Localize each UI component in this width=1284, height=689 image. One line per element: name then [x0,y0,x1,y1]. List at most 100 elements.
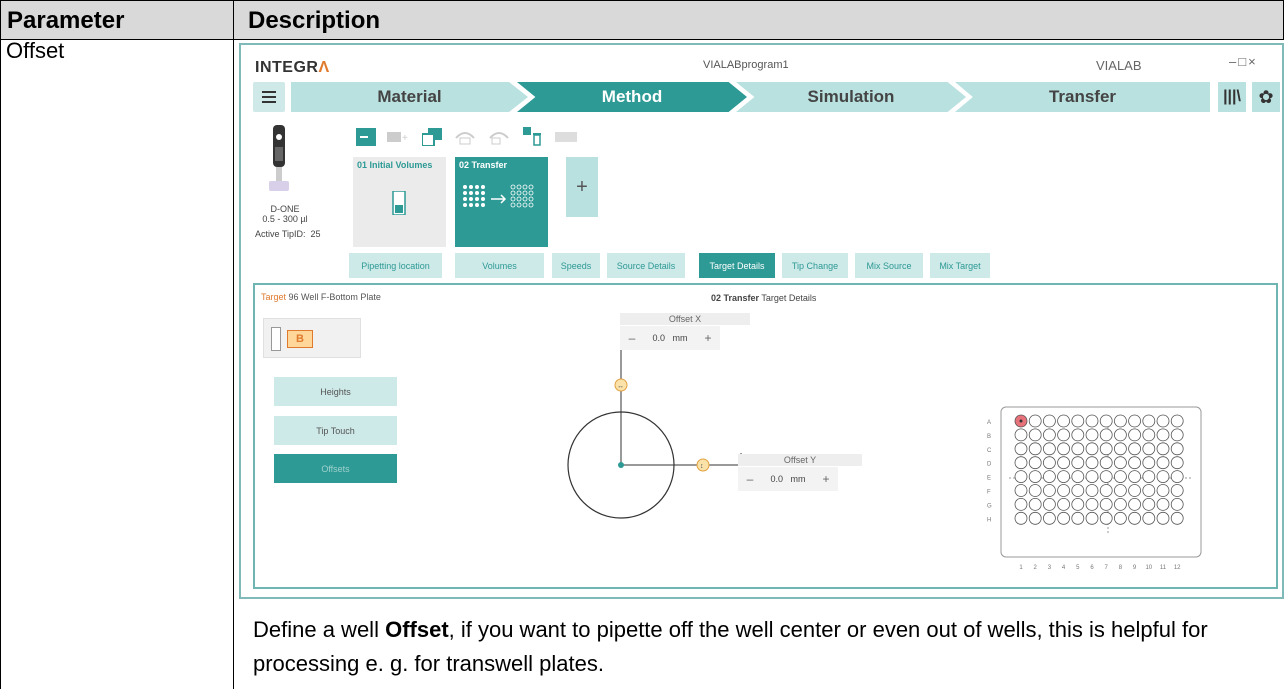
well-C4[interactable] [1057,442,1070,456]
well-H3[interactable] [1043,511,1056,525]
well-F9[interactable] [1128,484,1142,497]
well-F10[interactable] [1142,484,1156,497]
well-E10[interactable] [1142,470,1156,483]
program-card-initial-volumes[interactable]: 01 Initial Volumes [353,157,446,247]
step-simulation[interactable]: Simulation [736,82,966,112]
tool-delete-icon[interactable] [522,127,544,147]
well-G11[interactable] [1156,498,1170,511]
well-C3[interactable] [1043,442,1056,456]
well-F3[interactable] [1043,484,1056,497]
well-B3[interactable] [1043,428,1056,442]
well-F11[interactable] [1156,484,1170,497]
tip-touch-button[interactable]: Tip Touch [274,416,397,445]
well-D1[interactable] [1014,456,1028,470]
well-A4[interactable] [1057,414,1070,428]
well-B5[interactable] [1071,428,1085,442]
well-G3[interactable] [1043,498,1056,511]
well-E4[interactable] [1057,470,1070,483]
tab-speeds[interactable]: Speeds [552,253,600,278]
well-F4[interactable] [1057,484,1070,497]
well-A10[interactable] [1142,414,1156,428]
well-C12[interactable] [1170,442,1184,456]
well-E7[interactable] [1099,470,1113,483]
well-D10[interactable] [1142,456,1156,470]
well-F1[interactable] [1014,484,1028,497]
well-C7[interactable] [1099,442,1113,456]
offset-y-plus[interactable]: + [814,472,838,486]
well-D4[interactable] [1057,456,1070,470]
tool-link-icon[interactable] [454,127,476,147]
deck-slot-b[interactable]: B [287,330,313,348]
well-B1[interactable] [1014,428,1028,442]
well-D11[interactable] [1156,456,1170,470]
well-H7[interactable] [1099,511,1113,525]
step-method[interactable]: Method [517,82,747,112]
well-E11[interactable] [1156,470,1170,483]
tab-mix-source[interactable]: Mix Source [855,253,923,278]
step-transfer[interactable]: Transfer [955,82,1210,112]
well-B12[interactable] [1170,428,1184,442]
well-G10[interactable] [1142,498,1156,511]
well-B11[interactable] [1156,428,1170,442]
well-C2[interactable] [1028,442,1042,456]
tool-copy-icon[interactable] [421,127,443,147]
gear-icon[interactable]: ✿ [1252,82,1280,112]
well-D12[interactable] [1170,456,1184,470]
well-C11[interactable] [1156,442,1170,456]
tab-mix-target[interactable]: Mix Target [930,253,990,278]
well-C1[interactable] [1014,442,1028,456]
well-B4[interactable] [1057,428,1070,442]
offset-y-minus[interactable]: – [738,472,762,486]
well-G1[interactable] [1014,498,1028,511]
well-G12[interactable] [1170,498,1184,511]
well-H9[interactable] [1128,511,1142,525]
well-D6[interactable] [1085,456,1099,470]
well-D7[interactable] [1099,456,1113,470]
well-C9[interactable] [1128,442,1142,456]
well-G5[interactable] [1071,498,1085,511]
tab-volumes[interactable]: Volumes [455,253,544,278]
tool-disabled-icon[interactable] [555,127,577,147]
well-H11[interactable] [1156,511,1170,525]
well-G2[interactable] [1028,498,1042,511]
well-E3[interactable] [1043,470,1056,483]
add-step-button[interactable]: + [566,157,598,217]
library-icon[interactable]: |||\ [1218,82,1246,112]
well-H12[interactable] [1170,511,1184,525]
well-A2[interactable] [1028,414,1042,428]
well-A6[interactable] [1085,414,1099,428]
well-H1[interactable] [1014,511,1028,525]
well-C10[interactable] [1142,442,1156,456]
well-H6[interactable] [1085,511,1099,525]
well-G6[interactable] [1085,498,1099,511]
well-A11[interactable] [1156,414,1170,428]
well-H8[interactable] [1113,511,1127,525]
step-material[interactable]: Material [291,82,528,112]
well-A7[interactable] [1099,414,1113,428]
well-E12[interactable] [1170,470,1184,483]
tab-source-details[interactable]: Source Details [607,253,685,278]
well-F5[interactable] [1071,484,1085,497]
well-E9[interactable] [1128,470,1142,483]
program-card-transfer[interactable]: 02 Transfer [455,157,548,247]
well-A9[interactable] [1128,414,1142,428]
well-G4[interactable] [1057,498,1070,511]
well-E2[interactable] [1028,470,1042,483]
well-E8[interactable] [1113,470,1127,483]
well-F8[interactable] [1113,484,1127,497]
well-F7[interactable] [1099,484,1113,497]
well-B8[interactable] [1113,428,1127,442]
tool-new-step-icon[interactable] [355,127,377,147]
window-controls[interactable]: –□× [1229,54,1258,69]
well-A3[interactable] [1043,414,1056,428]
well-G7[interactable] [1099,498,1113,511]
offset-x-plus[interactable]: + [696,331,720,345]
tool-unlink-icon[interactable] [488,127,510,147]
well-D3[interactable] [1043,456,1056,470]
well-B7[interactable] [1099,428,1113,442]
well-F6[interactable] [1085,484,1099,497]
well-D2[interactable] [1028,456,1042,470]
well-E1[interactable] [1014,470,1028,483]
well-D9[interactable] [1128,456,1142,470]
well-H2[interactable] [1028,511,1042,525]
